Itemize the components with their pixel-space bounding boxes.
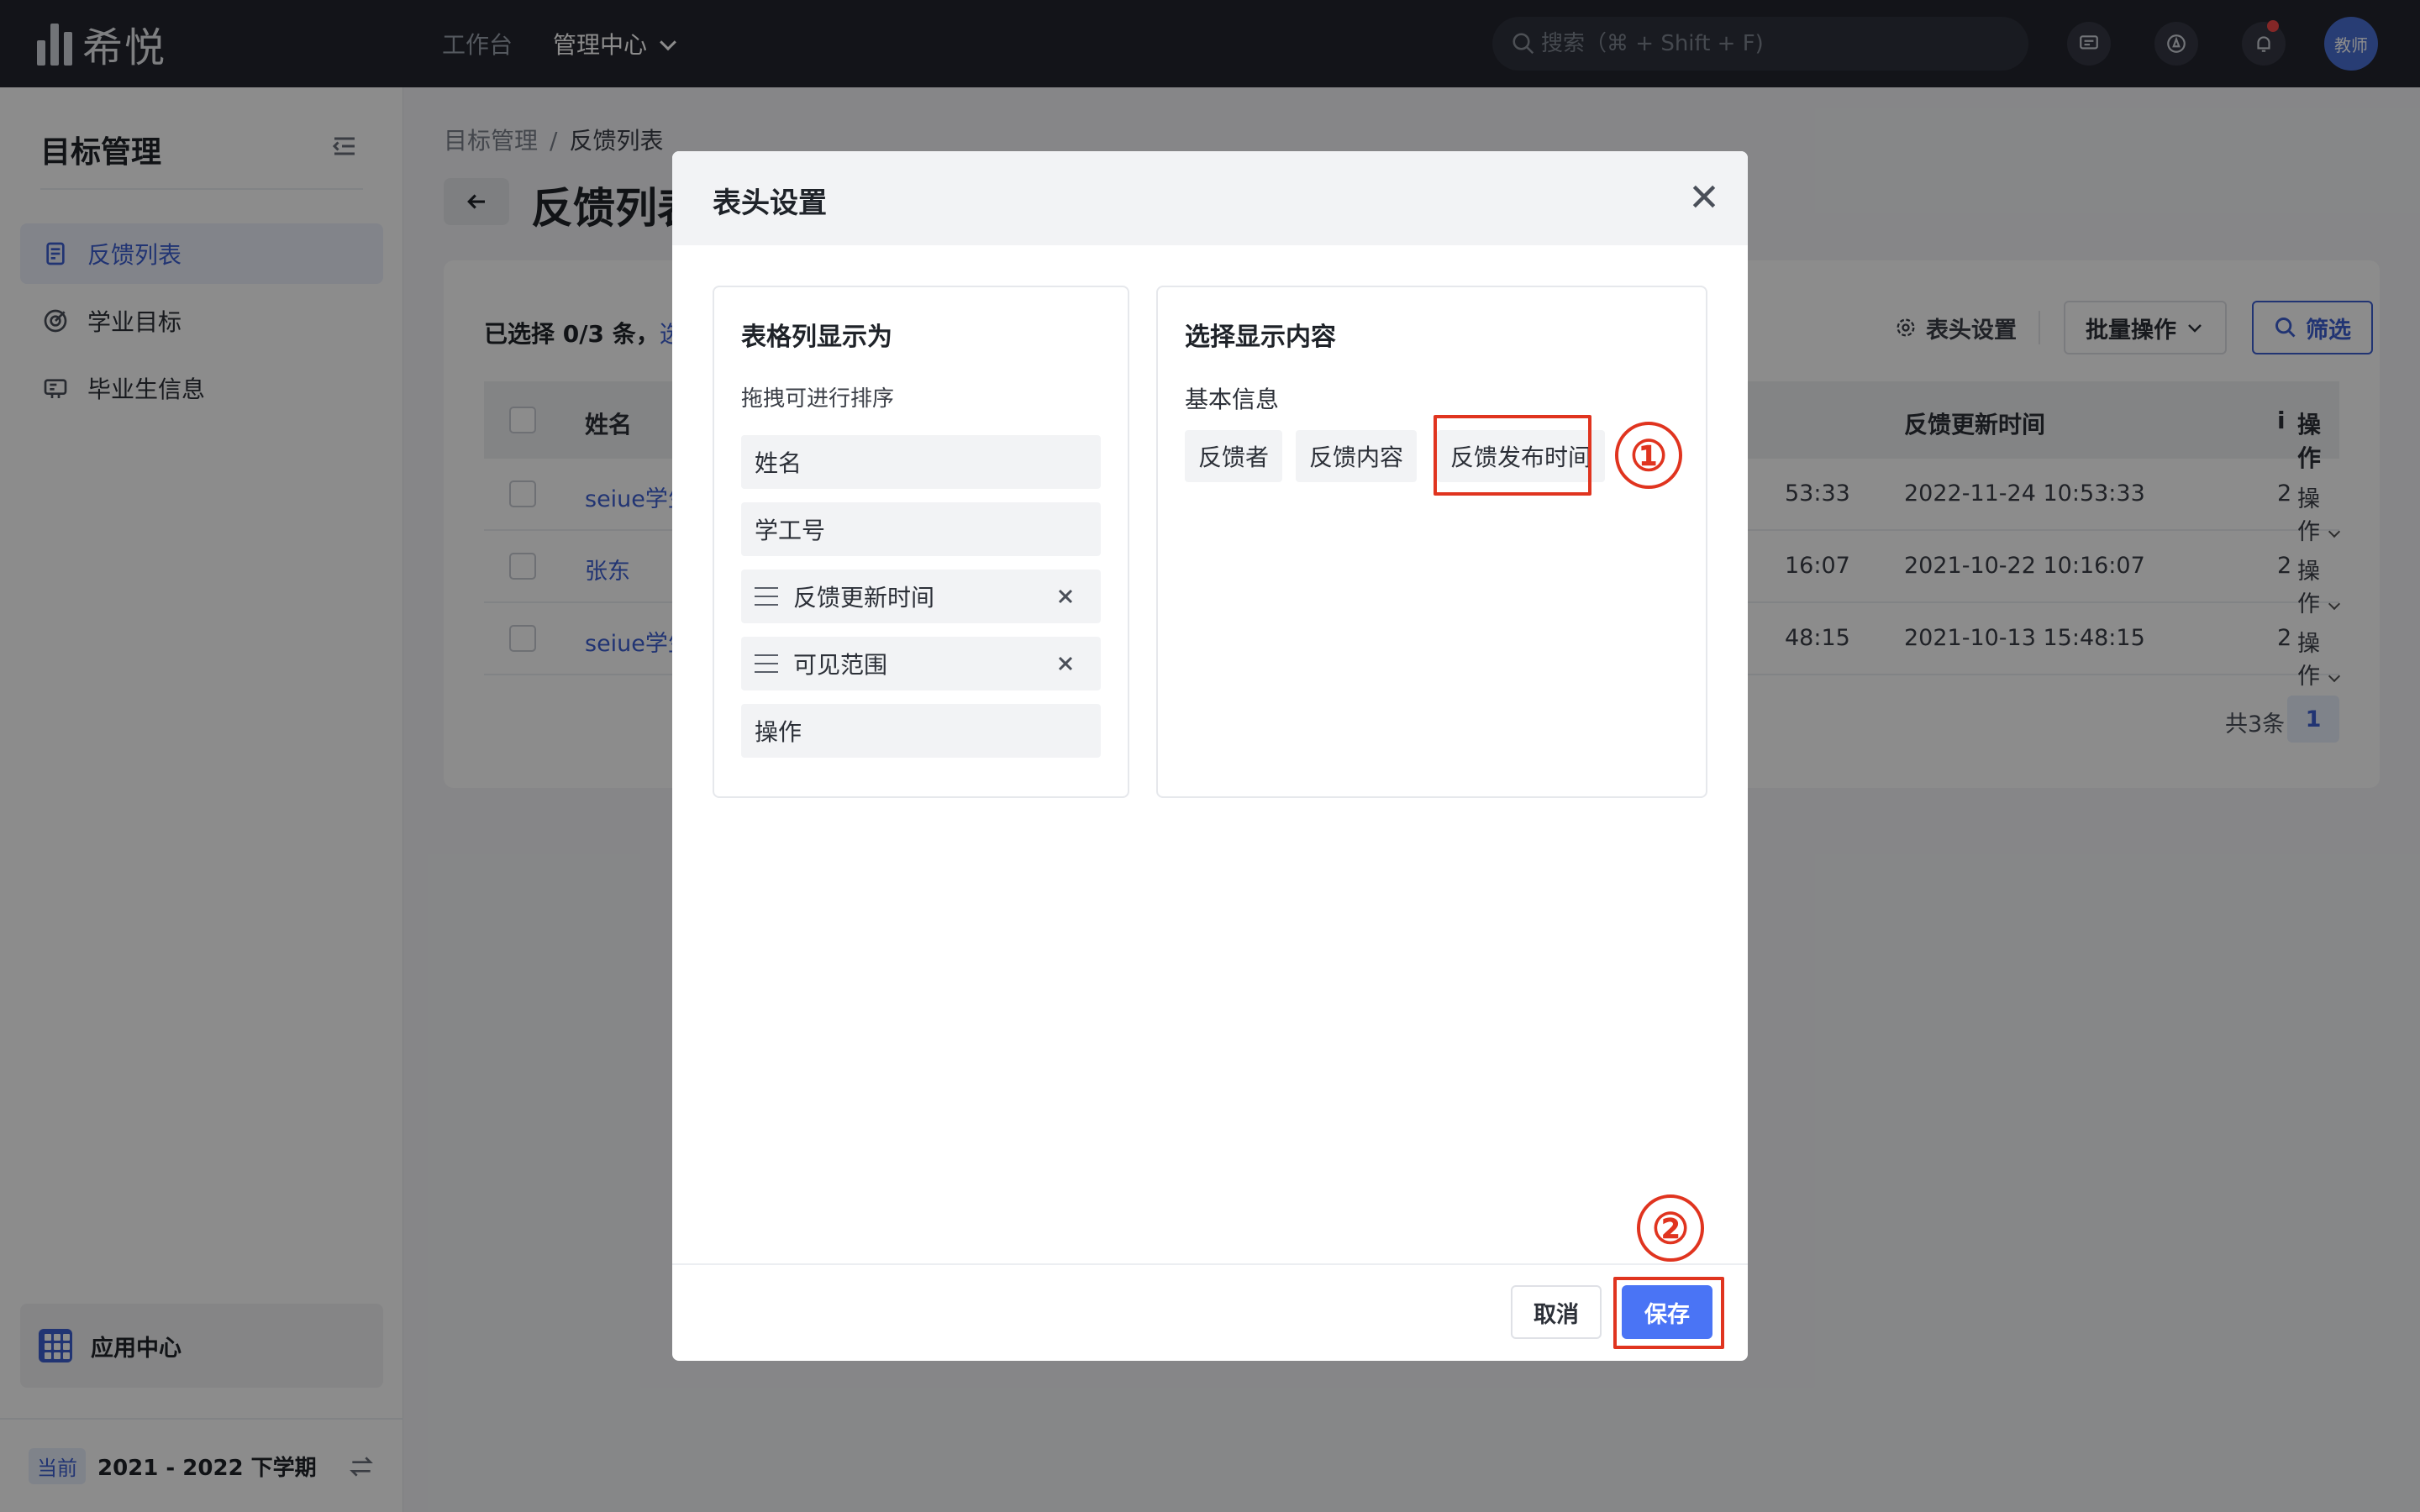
modal-title: 表头设置 [713, 186, 827, 220]
annotation-highlight-box [1434, 415, 1591, 496]
column-item-label: 操作 [755, 718, 802, 746]
column-order-hint: 拖拽可进行排序 [741, 386, 895, 412]
drag-handle-icon[interactable] [755, 587, 778, 606]
annotation-highlight-box [1613, 1277, 1724, 1349]
cancel-button[interactable]: 取消 [1511, 1285, 1602, 1339]
column-item-label: 反馈更新时间 [793, 584, 935, 612]
remove-column-icon[interactable] [1055, 654, 1076, 674]
close-icon[interactable] [1687, 180, 1721, 213]
column-settings-modal: 表头设置 表格列显示为 拖拽可进行排序 姓名 学工号 反馈更新时间 可见范围 操… [672, 151, 1748, 1361]
column-item-label: 姓名 [755, 449, 802, 477]
column-item-staff-id: 学工号 [741, 502, 1101, 556]
column-picker-panel: 选择显示内容 基本信息 反馈者 反馈内容 反馈发布时间 ① [1156, 286, 1707, 798]
chip-feedback-content[interactable]: 反馈内容 [1296, 430, 1418, 482]
column-item-operation: 操作 [741, 704, 1101, 758]
column-order-title: 表格列显示为 [741, 323, 892, 352]
chip-feedback-author[interactable]: 反馈者 [1185, 430, 1283, 482]
column-picker-title: 选择显示内容 [1185, 323, 1336, 352]
modal-footer-divider [672, 1263, 1748, 1265]
column-item-name: 姓名 [741, 435, 1101, 489]
column-item-label: 学工号 [755, 517, 826, 544]
column-order-panel: 表格列显示为 拖拽可进行排序 姓名 学工号 反馈更新时间 可见范围 操作 [713, 286, 1129, 798]
column-item-label: 可见范围 [793, 651, 888, 679]
basic-info-group-label: 基本信息 [1185, 386, 1280, 413]
modal-header: 表头设置 [672, 151, 1748, 245]
annotation-number-1: ① [1615, 422, 1682, 489]
column-item-updated-time[interactable]: 反馈更新时间 [741, 570, 1101, 623]
annotation-number-2: ② [1637, 1194, 1704, 1262]
remove-column-icon[interactable] [1055, 586, 1076, 606]
drag-handle-icon[interactable] [755, 654, 778, 673]
column-item-visibility[interactable]: 可见范围 [741, 637, 1101, 690]
